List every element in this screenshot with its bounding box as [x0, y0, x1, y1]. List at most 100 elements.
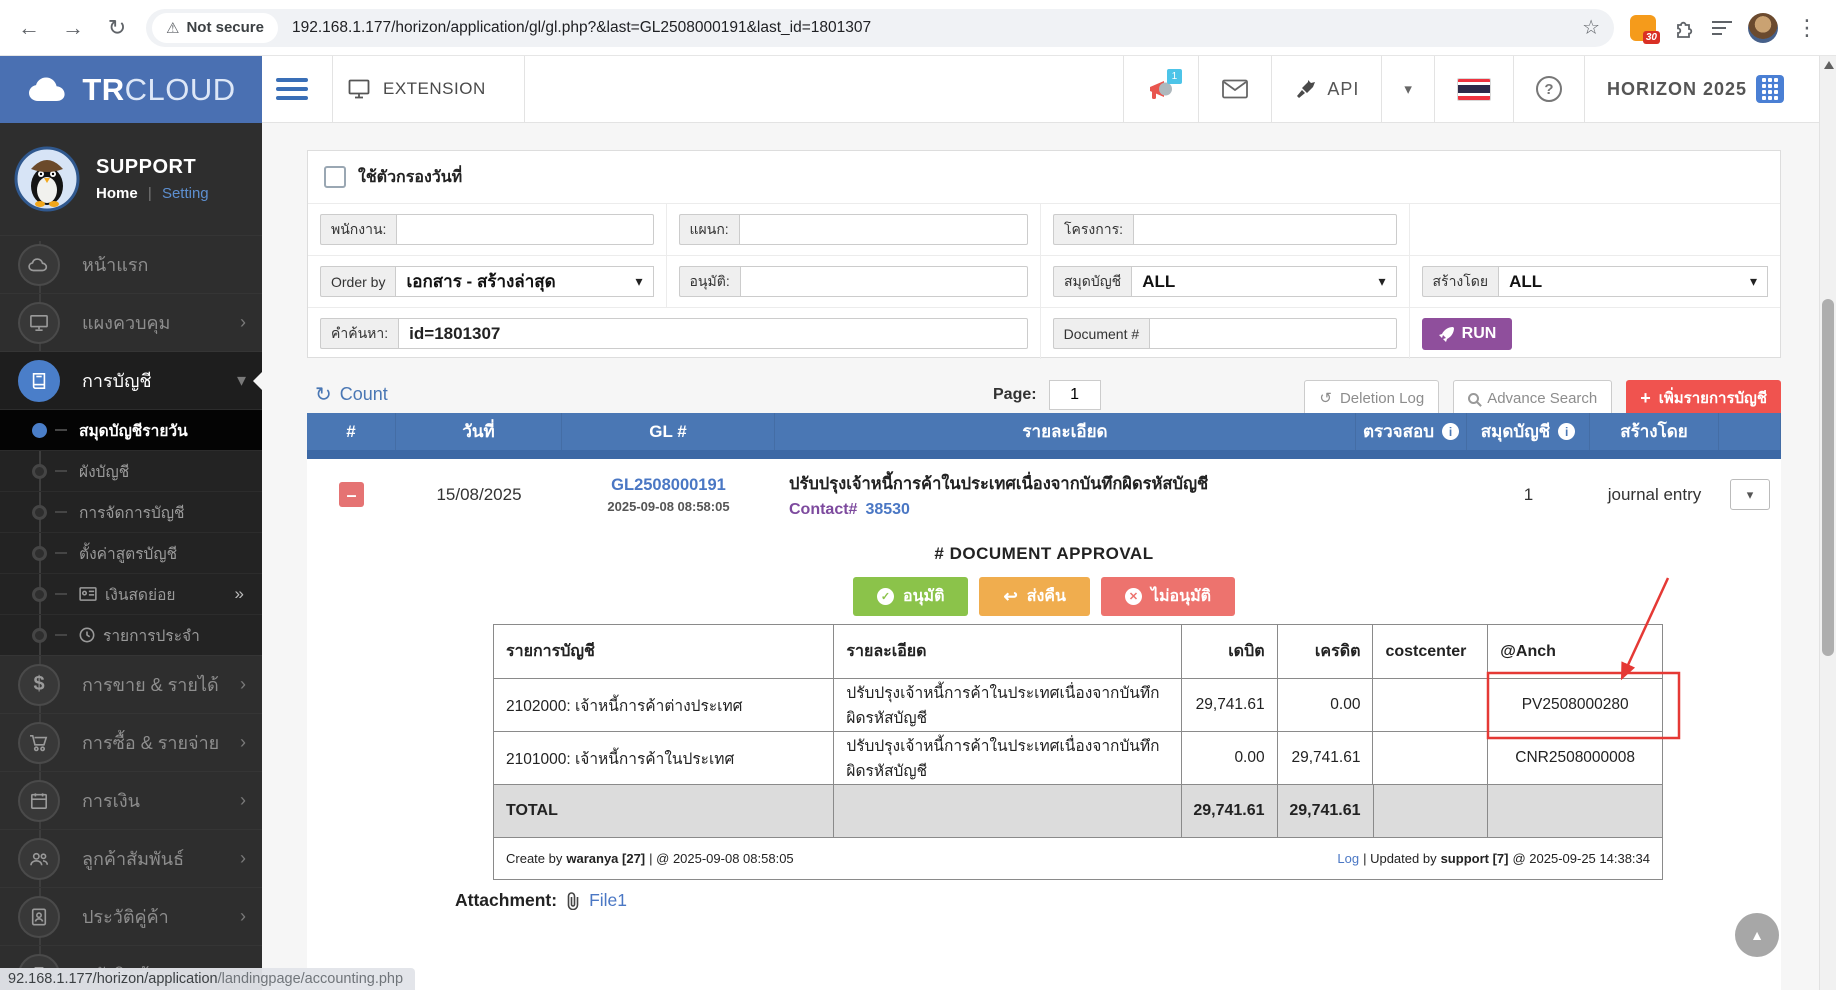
- costcenter-cell: [1372, 679, 1487, 731]
- contact-number-link[interactable]: 38530: [865, 501, 910, 518]
- chevron-right-icon: ›: [240, 848, 246, 868]
- paperclip-icon: [567, 891, 579, 910]
- sidebar-item-partner-history[interactable]: ประวัติคู่ค้า ›: [0, 887, 262, 945]
- info-icon[interactable]: i: [1442, 423, 1460, 440]
- users-icon: [18, 837, 60, 880]
- sidebar-item-dashboard[interactable]: แผงควบคุม ›: [0, 293, 262, 351]
- deletion-log-button[interactable]: ↺ Deletion Log: [1304, 380, 1440, 416]
- browser-profile-avatar[interactable]: [1748, 12, 1778, 43]
- gl-table-header: # วันที่ GL # รายละเอียด ตรวจสอบ i สมุดบั…: [307, 413, 1781, 450]
- journal-footer: Create by waranya [27] | @ 2025-09-08 08…: [494, 837, 1662, 879]
- total-debit: 29,741.61: [1180, 785, 1277, 837]
- help-button[interactable]: ?: [1514, 56, 1584, 122]
- dollar-icon: $: [18, 663, 60, 706]
- submenu-dot: [32, 463, 47, 479]
- keyword-input[interactable]: [398, 318, 1028, 349]
- user-avatar[interactable]: [14, 146, 80, 212]
- col-costcenter: costcenter: [1372, 625, 1487, 678]
- caret-down-icon: ▾: [1378, 273, 1386, 289]
- detail-cell: ปรับปรุงเจ้าหนี้การค้าในประเทศเนื่องจากบ…: [833, 679, 1180, 731]
- ledger-select[interactable]: ALL ▾: [1131, 266, 1397, 297]
- page-input[interactable]: [1048, 380, 1101, 410]
- submenu-item-recurring[interactable]: รายการประจำ: [0, 614, 262, 655]
- product-switcher[interactable]: HORIZON 2025: [1585, 56, 1806, 122]
- scrollbar-up-arrow[interactable]: [1824, 61, 1834, 69]
- scrollbar-thumb[interactable]: [1822, 299, 1834, 656]
- detail-cell: ปรับปรุงเจ้าหนี้การค้าในประเทศเนื่องจากบ…: [833, 732, 1180, 784]
- row-dropdown-button[interactable]: ▾: [1730, 479, 1770, 510]
- calculator-app-icon: [1756, 75, 1784, 103]
- vertical-scrollbar[interactable]: [1819, 56, 1836, 990]
- reject-button[interactable]: ✕ ไม่อนุมัติ: [1100, 577, 1236, 616]
- api-button[interactable]: API: [1272, 56, 1381, 122]
- orderby-select[interactable]: เอกสาร - สร้างล่าสุด ▾: [395, 266, 654, 297]
- address-bar[interactable]: ⚠ Not secure 192.168.1.177/horizon/appli…: [146, 8, 1614, 47]
- department-input[interactable]: [738, 214, 1028, 245]
- brand-logo[interactable]: TRCLOUD: [0, 56, 262, 123]
- total-credit: 29,741.61: [1276, 785, 1373, 837]
- url-text[interactable]: 192.168.1.177/horizon/application/gl/gl.…: [292, 19, 871, 37]
- kebab-menu-icon[interactable]: ⋮: [1792, 13, 1822, 43]
- info-icon[interactable]: i: [1558, 423, 1576, 440]
- submenu-item-account-management[interactable]: การจัดการบัญชี: [0, 491, 262, 532]
- project-input[interactable]: [1133, 214, 1397, 245]
- adblock-extension-icon[interactable]: 30: [1628, 13, 1660, 44]
- col-description: รายละเอียด: [775, 413, 1356, 450]
- collapse-row-button[interactable]: –: [339, 482, 364, 507]
- sidebar-item-purchases[interactable]: การซื้อ & รายจ่าย ›: [0, 713, 262, 771]
- id-card-icon: [79, 587, 97, 601]
- log-link[interactable]: Log: [1337, 851, 1359, 866]
- submenu-item-petty-cash[interactable]: เงินสดย่อย »: [0, 573, 262, 614]
- credit-cell: 0.00: [1276, 679, 1373, 731]
- date-filter-checkbox[interactable]: [324, 166, 346, 188]
- gl-number-link[interactable]: GL2508000191: [611, 476, 726, 495]
- journal-row: 2101000: เจ้าหนี้การค้าในประเทศ ปรับปรุง…: [494, 731, 1662, 784]
- approved-input[interactable]: [739, 266, 1028, 297]
- hamburger-menu-icon[interactable]: [276, 73, 308, 105]
- advance-search-button[interactable]: Advance Search: [1453, 380, 1613, 416]
- reading-list-icon[interactable]: [1710, 18, 1734, 38]
- createdby-select[interactable]: ALL ▾: [1498, 266, 1768, 297]
- attachment-file-link[interactable]: File1: [589, 890, 627, 911]
- costcenter-cell: [1372, 732, 1487, 784]
- book-icon: [18, 359, 60, 402]
- extension-menu-label[interactable]: EXTENSION: [383, 79, 486, 99]
- setting-link[interactable]: Setting: [162, 185, 209, 202]
- return-button[interactable]: ↩ ส่งคืน: [979, 577, 1090, 616]
- attachment-label: Attachment:: [455, 890, 558, 910]
- security-chip[interactable]: ⚠ Not secure: [152, 12, 278, 43]
- profile-block: SUPPORT Home | Setting: [0, 123, 262, 235]
- language-flag-button[interactable]: [1435, 56, 1513, 122]
- approve-button[interactable]: ✓ อนุมัติ: [852, 577, 969, 616]
- add-entry-button[interactable]: + เพิ่มรายการบัญชี: [1626, 380, 1781, 416]
- anch-cell[interactable]: PV2508000280: [1487, 679, 1662, 731]
- run-button[interactable]: RUN: [1421, 317, 1513, 350]
- journal-header: รายการบัญชี รายละเอียด เดบิต เครดิต cost…: [494, 625, 1662, 678]
- forward-icon[interactable]: →: [58, 13, 88, 43]
- app-window: ← → ↻ ⚠ Not secure 192.168.1.177/horizon…: [0, 0, 1836, 990]
- count-control[interactable]: ↻ Count: [315, 382, 388, 407]
- submenu-item-chart-of-accounts[interactable]: ผังบัญชี: [0, 450, 262, 491]
- sidebar-item-accounting[interactable]: การบัญชี ▾: [0, 351, 262, 409]
- clock-icon: [79, 627, 95, 643]
- back-icon[interactable]: ←: [14, 13, 44, 43]
- anch-cell[interactable]: CNR2508000008: [1487, 732, 1662, 784]
- announcements-button[interactable]: 1: [1124, 56, 1198, 122]
- extensions-puzzle-icon[interactable]: [1672, 16, 1696, 40]
- reload-icon[interactable]: ↻: [102, 13, 132, 43]
- sidebar-item-sales[interactable]: $ การขาย & รายได้ ›: [0, 655, 262, 713]
- submenu-item-account-formula[interactable]: ตั้งค่าสูตรบัญชี: [0, 532, 262, 573]
- employee-input[interactable]: [396, 214, 654, 245]
- user-dropdown[interactable]: ▾: [1382, 56, 1434, 122]
- scroll-to-top-button[interactable]: ▲: [1735, 913, 1779, 957]
- sidebar-item-home[interactable]: หน้าแรก: [0, 235, 262, 293]
- sidebar-item-crm[interactable]: ลูกค้าสัมพันธ์ ›: [0, 829, 262, 887]
- submenu-dot: [32, 504, 47, 520]
- bookmark-star-icon[interactable]: ☆: [1582, 15, 1600, 40]
- submenu-item-daily-journal[interactable]: สมุดบัญชีรายวัน: [0, 409, 262, 450]
- caret-down-icon: ▾: [1749, 273, 1757, 289]
- sidebar-item-finance[interactable]: การเงิน ›: [0, 771, 262, 829]
- document-number-input[interactable]: [1149, 318, 1397, 349]
- mail-button[interactable]: [1199, 56, 1271, 122]
- home-link[interactable]: Home: [96, 185, 138, 202]
